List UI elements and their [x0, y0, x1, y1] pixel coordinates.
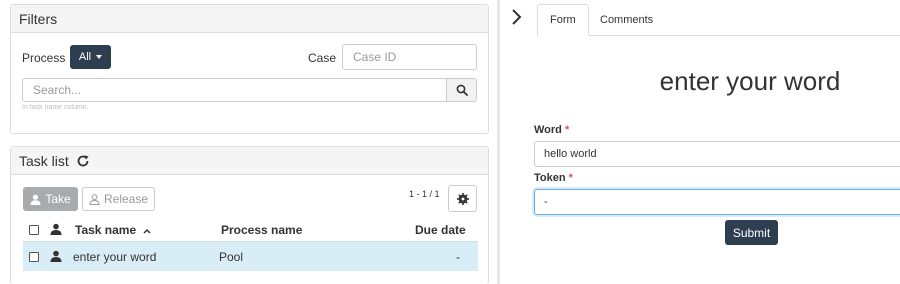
release-button[interactable]: Release — [82, 187, 155, 211]
token-field-label: Token * — [534, 172, 573, 184]
word-field-label: Word * — [534, 124, 569, 136]
take-button[interactable]: Take — [23, 187, 78, 211]
process-dropdown-value: All — [78, 51, 92, 63]
token-label-text: Token — [534, 172, 566, 184]
case-label: Case — [308, 51, 337, 65]
chevron-right-icon[interactable] — [511, 9, 523, 25]
row-checkbox[interactable] — [29, 252, 39, 262]
filters-title: Filters — [11, 5, 488, 33]
row-task-name: enter your word — [73, 250, 157, 264]
form-title: enter your word — [659, 66, 841, 96]
left-pane: Filters Process All Case Case ID Search.… — [0, 0, 498, 284]
pager-info: 1 - 1 / 1 — [409, 189, 440, 199]
row-process-name: Pool — [219, 250, 244, 264]
tab-comments[interactable]: Comments — [588, 4, 665, 36]
settings-button[interactable] — [448, 185, 477, 212]
search-hint: In task name column. — [22, 104, 89, 111]
take-button-label: Take — [45, 192, 71, 206]
word-field[interactable]: hello world — [534, 141, 900, 167]
column-due-date[interactable]: Due date — [415, 223, 466, 237]
user-outline-icon — [89, 193, 100, 205]
user-icon — [50, 250, 62, 262]
search-icon — [456, 84, 468, 96]
user-icon — [50, 223, 62, 235]
process-dropdown-button[interactable]: All — [70, 45, 111, 69]
case-id-input[interactable]: Case ID — [342, 44, 477, 70]
task-list-body: Take Release 1 - 1 / 1 Task name Process… — [11, 176, 488, 284]
tab-form[interactable]: Form — [537, 4, 589, 36]
release-button-label: Release — [103, 192, 149, 206]
refresh-icon[interactable] — [76, 154, 90, 168]
search-button[interactable] — [446, 78, 477, 102]
column-task-name[interactable]: Task name — [75, 223, 151, 237]
table-row[interactable]: enter your word Pool - — [23, 241, 478, 271]
column-process-name[interactable]: Process name — [221, 223, 302, 237]
task-list-panel: Task list Take Release 1 - 1 / 1 Task na… — [10, 146, 489, 284]
select-all-checkbox[interactable] — [29, 225, 39, 235]
gear-icon — [456, 192, 469, 205]
search-input[interactable]: Search... — [22, 78, 447, 102]
task-list-header: Task list — [11, 147, 488, 175]
task-list-title: Task list — [19, 152, 69, 169]
required-mark: * — [568, 172, 573, 184]
word-label-text: Word — [534, 124, 562, 136]
token-field[interactable]: - — [534, 189, 900, 215]
submit-button[interactable]: Submit — [725, 220, 778, 245]
required-mark: * — [564, 124, 570, 136]
row-due-date: - — [456, 250, 460, 264]
process-label: Process — [22, 51, 66, 65]
task-form-pane: Form Comments enter your word Word * hel… — [500, 0, 900, 284]
user-icon — [30, 194, 41, 205]
caret-down-icon — [96, 55, 103, 59]
sort-up-icon — [142, 228, 151, 234]
column-task-name-label: Task name — [75, 223, 137, 237]
